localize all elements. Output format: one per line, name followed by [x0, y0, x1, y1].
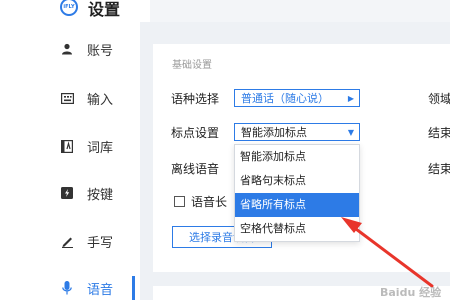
right-label-end-2: 结束: [428, 162, 450, 176]
language-select[interactable]: 普通话（随心说） ▶: [234, 89, 360, 107]
offline-voice-label: 离线语音: [171, 162, 220, 176]
sidebar-item-label: 手写: [87, 235, 114, 251]
voice-length-checkbox[interactable]: [174, 196, 185, 207]
caret-down-icon: ▼: [347, 127, 355, 137]
microphone-icon: [60, 281, 74, 295]
sidebar-item-label: 账号: [87, 43, 114, 59]
voice-length-label: 语音长: [191, 195, 228, 209]
language-select-value: 普通话（随心说）: [241, 92, 329, 105]
punctuation-label: 标点设置: [171, 126, 220, 140]
active-indicator: [132, 276, 135, 300]
language-label: 语种选择: [171, 92, 220, 106]
title-bar: iFLY 设置: [0, 0, 450, 22]
section-title: 基础设置: [172, 60, 212, 71]
pen-icon: [60, 234, 74, 248]
sidebar-item-label: 词库: [87, 140, 114, 156]
caret-right-icon: ▶: [347, 93, 355, 103]
punctuation-select[interactable]: 智能添加标点 ▼: [234, 123, 360, 141]
sidebar-item-handwriting[interactable]: 手写: [60, 229, 113, 253]
sidebar-item-keys[interactable]: 按键: [60, 181, 113, 205]
dropdown-option[interactable]: 省略句末标点: [235, 169, 359, 193]
keyboard-icon: [60, 91, 74, 105]
sidebar-item-label: 输入: [87, 92, 114, 108]
sidebar-item-label: 按键: [87, 187, 114, 203]
dropdown-option[interactable]: 空格代替标点: [235, 217, 359, 241]
key-icon: [60, 186, 74, 200]
sidebar-item-label: 语音: [87, 282, 114, 298]
dropdown-option[interactable]: 智能添加标点: [235, 145, 359, 169]
punctuation-select-value: 智能添加标点: [241, 126, 307, 139]
dictionary-icon: [60, 139, 74, 153]
app-logo-icon: iFLY: [60, 0, 78, 16]
page-title: 设置: [88, 0, 121, 19]
user-icon: [60, 42, 74, 56]
sidebar: [0, 22, 140, 300]
punctuation-dropdown: 智能添加标点 省略句末标点 省略所有标点 空格代替标点: [234, 144, 360, 242]
right-label-domain: 领域: [428, 92, 450, 106]
right-label-end-1: 结束: [428, 126, 450, 140]
sidebar-item-voice[interactable]: 语音: [60, 276, 113, 300]
dropdown-option-highlighted[interactable]: 省略所有标点: [235, 193, 359, 217]
watermark: Baidu 经验: [380, 286, 442, 299]
sidebar-item-account[interactable]: 账号: [60, 37, 113, 61]
sidebar-item-lexicon[interactable]: 词库: [60, 134, 113, 158]
header-strip: [150, 0, 450, 22]
sidebar-item-input[interactable]: 输入: [60, 86, 113, 110]
